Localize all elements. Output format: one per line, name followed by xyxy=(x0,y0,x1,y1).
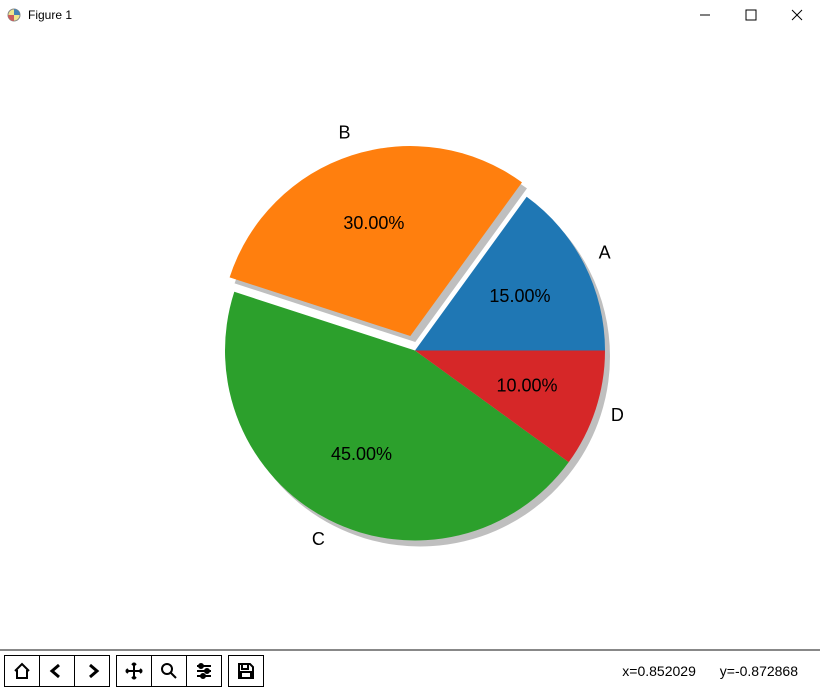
cursor-x: x=0.852029 xyxy=(622,663,696,679)
cursor-status: x=0.852029 y=-0.872868 xyxy=(602,663,816,679)
titlebar: Figure 1 xyxy=(0,0,820,31)
forward-button[interactable] xyxy=(75,656,109,686)
pie-percent-A: 15.00% xyxy=(489,286,550,306)
pie-percent-D: 10.00% xyxy=(497,376,558,396)
figure-canvas[interactable]: 15.00% A 30.00% B 45.00% C 10.00% D xyxy=(0,30,820,651)
save-button[interactable] xyxy=(229,656,263,686)
configure-subplots-button[interactable] xyxy=(187,656,221,686)
close-button[interactable] xyxy=(774,0,820,30)
home-button[interactable] xyxy=(5,656,40,686)
navigation-toolbar: x=0.852029 y=-0.872868 xyxy=(0,649,820,691)
back-button[interactable] xyxy=(40,656,75,686)
pie-label-C: C xyxy=(312,529,325,549)
pie-percent-B: 30.00% xyxy=(343,213,404,233)
minimize-button[interactable] xyxy=(682,0,728,30)
window-title: Figure 1 xyxy=(28,8,72,22)
pie-percent-C: 45.00% xyxy=(331,444,392,464)
pie-label-D: D xyxy=(611,405,624,425)
pie-label-A: A xyxy=(599,243,611,263)
app-icon xyxy=(6,7,22,23)
zoom-button[interactable] xyxy=(152,656,187,686)
maximize-button[interactable] xyxy=(728,0,774,30)
cursor-y: y=-0.872868 xyxy=(720,663,798,679)
pie-label-B: B xyxy=(339,122,351,142)
pie-chart: 15.00% A 30.00% B 45.00% C 10.00% D xyxy=(0,30,820,651)
pan-button[interactable] xyxy=(117,656,152,686)
